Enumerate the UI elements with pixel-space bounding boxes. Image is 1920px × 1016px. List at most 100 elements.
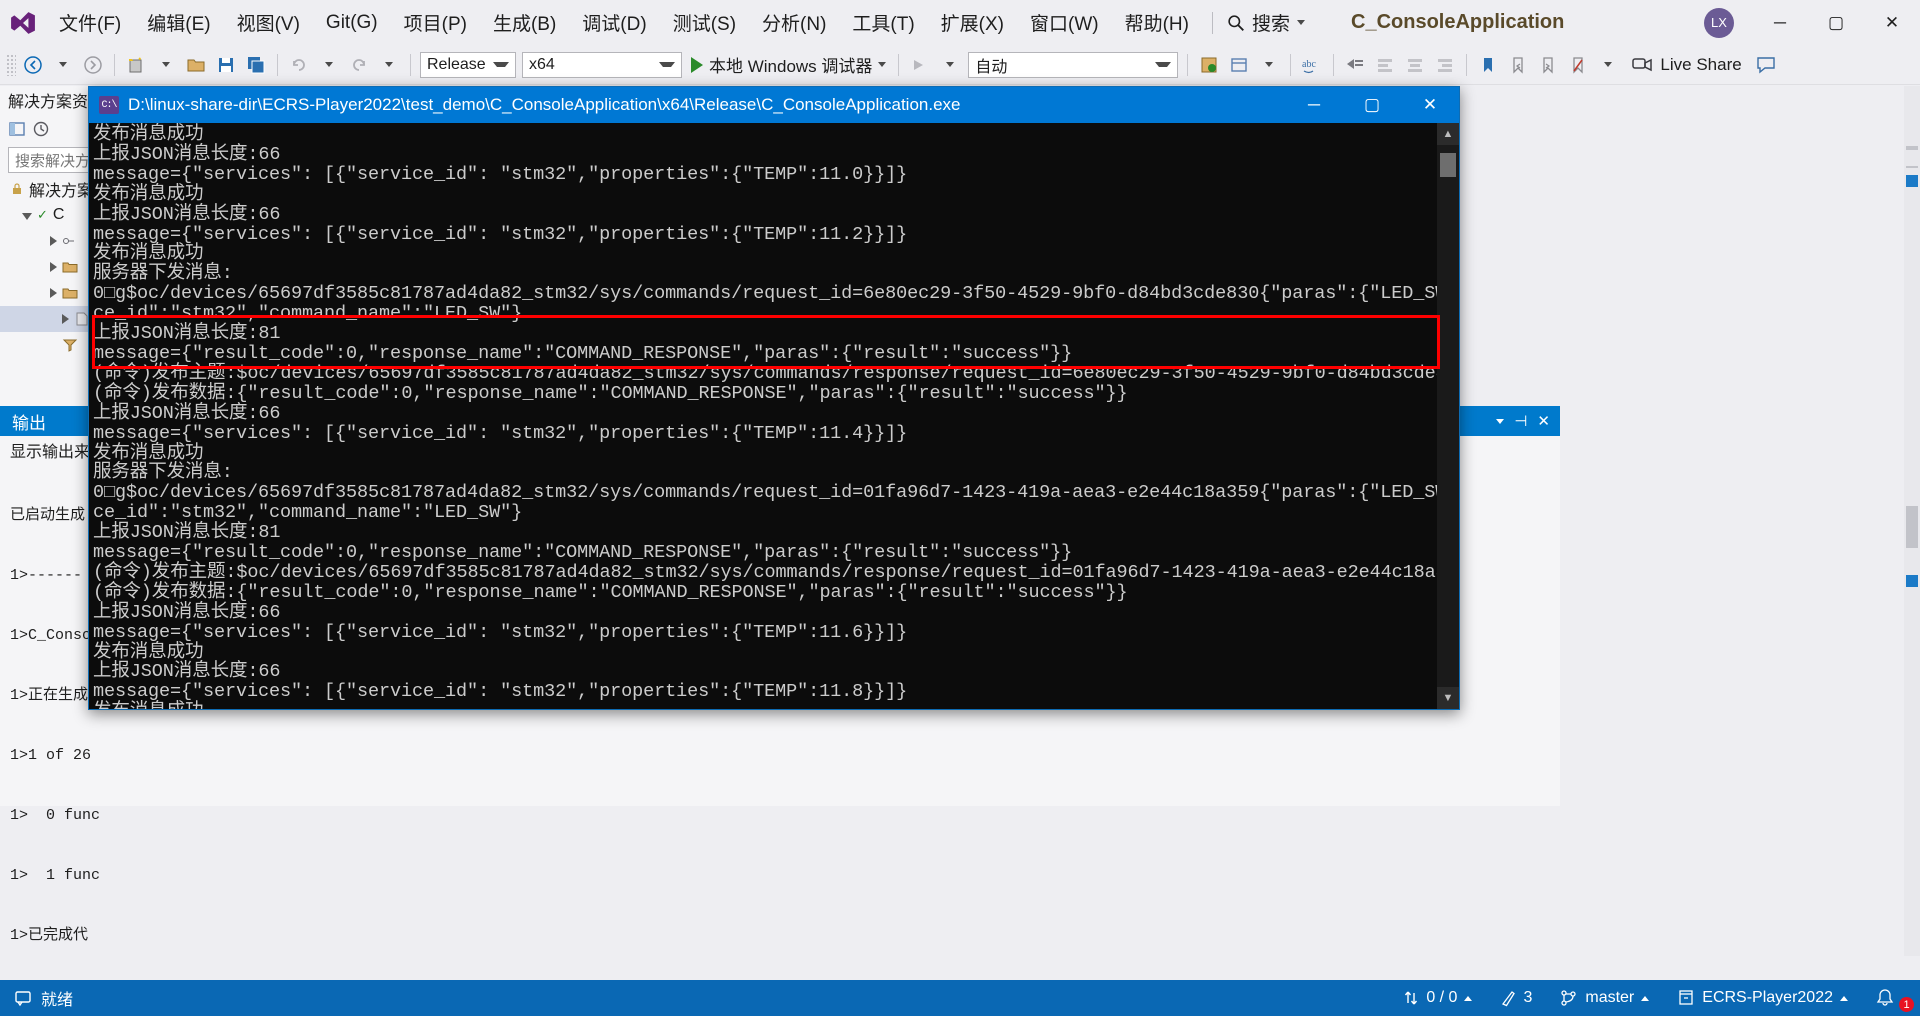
bookmark-prev-icon[interactable] bbox=[1504, 51, 1532, 79]
maximize-button[interactable]: ▢ bbox=[1808, 0, 1864, 45]
save-all-icon[interactable] bbox=[242, 51, 270, 79]
console-scroll-down-arrow[interactable]: ▼ bbox=[1437, 687, 1459, 709]
menu-git[interactable]: Git(G) bbox=[313, 0, 391, 45]
status-changes[interactable]: 3 bbox=[1486, 980, 1546, 1016]
status-branch-value: master bbox=[1585, 989, 1635, 1006]
status-branch[interactable]: master bbox=[1546, 980, 1663, 1016]
toolbar-divider-3 bbox=[410, 53, 411, 76]
navigate-backward-dropdown-icon[interactable] bbox=[49, 51, 77, 79]
close-button[interactable]: ✕ bbox=[1864, 0, 1920, 45]
solution-configuration-select[interactable]: Release bbox=[420, 51, 516, 78]
bookmark-next-icon[interactable] bbox=[1534, 51, 1562, 79]
chevron-right-icon[interactable] bbox=[50, 262, 57, 272]
redo-dropdown-icon[interactable] bbox=[375, 51, 403, 79]
menu-build[interactable]: 生成(B) bbox=[480, 0, 569, 45]
chevron-right-icon[interactable] bbox=[62, 314, 69, 324]
console-minimize-button[interactable]: ─ bbox=[1285, 87, 1343, 123]
navigate-backward-icon[interactable] bbox=[19, 51, 47, 79]
save-icon[interactable] bbox=[212, 51, 240, 79]
menu-debug-label: 调试(D) bbox=[582, 14, 647, 35]
toolbar-divider-6 bbox=[1290, 53, 1292, 76]
chevron-down-icon[interactable] bbox=[1496, 418, 1505, 424]
bookmark-icon[interactable] bbox=[1474, 51, 1502, 79]
undo-dropdown-icon[interactable] bbox=[315, 51, 343, 79]
home-icon[interactable] bbox=[8, 120, 26, 138]
chevron-down-icon[interactable] bbox=[22, 213, 32, 220]
global-search[interactable]: 搜索 bbox=[1223, 9, 1305, 36]
console-line: 上报JSON消息长度:81 bbox=[93, 522, 281, 544]
solution-platform-select[interactable]: x64 bbox=[522, 51, 682, 78]
close-icon[interactable]: ✕ bbox=[1537, 412, 1550, 430]
right-scrollbar-thumb-2[interactable] bbox=[1906, 506, 1918, 548]
chevron-down-icon bbox=[878, 62, 887, 67]
history-icon[interactable] bbox=[32, 120, 50, 138]
redo-icon[interactable] bbox=[345, 51, 373, 79]
status-repo[interactable]: ECRS-Player2022 bbox=[1663, 980, 1862, 1016]
align-right-icon[interactable] bbox=[1431, 51, 1459, 79]
standard-toolbar: Release x64 本地 Windows 调试器 自动 abc Live S… bbox=[0, 45, 1920, 85]
bookmark-clear-icon[interactable] bbox=[1564, 51, 1592, 79]
menu-debug[interactable]: 调试(D) bbox=[569, 0, 659, 45]
global-search-label: 搜索 bbox=[1251, 14, 1290, 35]
console-titlebar[interactable]: C:\ D:\linux-share-dir\ECRS-Player2022\t… bbox=[89, 87, 1459, 123]
open-file-icon[interactable] bbox=[182, 51, 210, 79]
menu-test[interactable]: 测试(S) bbox=[660, 0, 749, 45]
console-maximize-button[interactable]: ▢ bbox=[1343, 87, 1401, 123]
avatar[interactable]: LX bbox=[1704, 7, 1734, 38]
menu-analyze[interactable]: 分析(N) bbox=[749, 0, 839, 45]
attach-to-process-icon[interactable] bbox=[906, 51, 934, 79]
console-scrollbar[interactable]: ▲ ▼ bbox=[1437, 123, 1459, 709]
menu-project[interactable]: 项目(P) bbox=[391, 0, 480, 45]
align-center-icon[interactable] bbox=[1401, 51, 1429, 79]
menu-edit[interactable]: 编辑(E) bbox=[134, 0, 223, 45]
undo-icon[interactable] bbox=[285, 51, 313, 79]
menu-tools[interactable]: 工具(T) bbox=[839, 0, 927, 45]
console-line: 发布消息成功 bbox=[93, 124, 204, 145]
right-scrollbar-track[interactable] bbox=[1904, 86, 1920, 956]
chevron-right-icon[interactable] bbox=[50, 236, 57, 246]
status-sync[interactable]: 0 / 0 bbox=[1389, 980, 1486, 1016]
minimize-button[interactable]: ─ bbox=[1752, 0, 1808, 45]
console-scroll-up-arrow[interactable]: ▲ bbox=[1437, 123, 1459, 145]
menu-view[interactable]: 视图(V) bbox=[224, 0, 313, 45]
scroll-up-arrow[interactable] bbox=[1904, 150, 1920, 166]
console-window-buttons: ─ ▢ ✕ bbox=[1285, 87, 1459, 123]
toolbar-grip[interactable] bbox=[6, 53, 16, 76]
console-scrollbar-thumb[interactable] bbox=[1440, 153, 1456, 177]
menu-extensions[interactable]: 扩展(X) bbox=[928, 0, 1017, 45]
attach-dropdown-icon[interactable] bbox=[936, 51, 964, 79]
output-tab[interactable]: 输出 bbox=[0, 406, 58, 436]
toolbar-overflow-icon[interactable] bbox=[1594, 51, 1622, 79]
output-log-line: 1>已完成代 bbox=[10, 927, 89, 944]
process-select-value: 自动 bbox=[975, 58, 1008, 76]
toolbox-icon[interactable] bbox=[1341, 51, 1369, 79]
status-notifications[interactable]: 1 bbox=[1862, 980, 1920, 1016]
menu-window[interactable]: 窗口(W) bbox=[1017, 0, 1112, 45]
pin-icon[interactable]: ⊣ bbox=[1514, 412, 1527, 430]
chevron-right-icon[interactable] bbox=[50, 288, 57, 298]
console-line: 上报JSON消息长度:66 bbox=[93, 601, 281, 623]
start-debugging-button[interactable]: 本地 Windows 调试器 bbox=[685, 52, 892, 77]
feedback-icon[interactable] bbox=[1752, 51, 1780, 79]
align-left-icon[interactable] bbox=[1371, 51, 1399, 79]
console-line: (命令)发布数据:{"result_code":0,"response_name… bbox=[93, 581, 1128, 603]
menu-file[interactable]: 文件(F) bbox=[46, 0, 134, 45]
status-repo-value: ECRS-Player2022 bbox=[1702, 989, 1833, 1006]
output-panel-actions: ⊣ ✕ bbox=[1496, 412, 1560, 430]
spellcheck-icon[interactable]: abc bbox=[1298, 51, 1326, 79]
console-close-button[interactable]: ✕ bbox=[1401, 87, 1459, 123]
console-line: 发布消息成功 bbox=[93, 183, 204, 205]
status-changes-value: 3 bbox=[1523, 989, 1533, 1006]
live-share-button[interactable]: Live Share bbox=[1631, 55, 1742, 75]
menu-help-label: 帮助(H) bbox=[1124, 14, 1189, 35]
process-select[interactable]: 自动 bbox=[968, 51, 1179, 78]
menu-help[interactable]: 帮助(H) bbox=[1112, 0, 1202, 45]
layout-icon[interactable] bbox=[1225, 51, 1253, 79]
navigate-forward-icon[interactable] bbox=[79, 51, 107, 79]
new-project-dropdown-icon[interactable] bbox=[152, 51, 180, 79]
page-title: C_ConsoleApplication bbox=[1351, 11, 1565, 33]
layout-dropdown-icon[interactable] bbox=[1255, 51, 1283, 79]
preview-changes-icon[interactable] bbox=[1195, 51, 1223, 79]
new-project-icon[interactable] bbox=[122, 51, 150, 79]
console-output-area[interactable]: 发布消息成功 上报JSON消息长度:66 message={"services"… bbox=[89, 123, 1437, 709]
